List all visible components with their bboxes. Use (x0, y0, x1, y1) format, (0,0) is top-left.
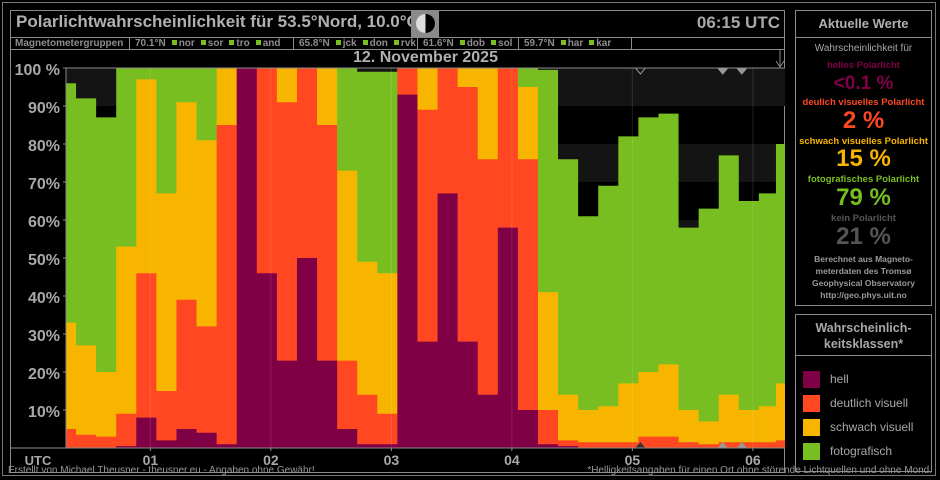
group-latitude: 61.6°N (423, 38, 454, 49)
intro-text: Wahrscheinlichkeit für (814, 43, 913, 54)
y-tick-label: 90% (28, 100, 60, 117)
note-line: meterdaten des Tromsø (815, 266, 912, 276)
legend-heading-line: keitsklassen* (823, 337, 904, 351)
x-tick-label: 04 (504, 452, 520, 468)
station: and (262, 38, 281, 49)
swatch (803, 419, 820, 437)
group-latitude: 65.8°N (299, 38, 330, 49)
hell-label: helles Polarlicht (827, 60, 900, 71)
aurora-probability-chart: 10%20%30%40%50%60%70%80%90%100 % 01 02 03 0… (10, 49, 785, 468)
station: nor (178, 38, 195, 49)
kein-value: 21 % (836, 223, 891, 250)
station: don (369, 38, 388, 49)
source-note: Berechnet aus Magneto- meterdaten des Tr… (795, 253, 932, 301)
swatch (803, 443, 820, 461)
credits-text: Erstellt von Michael Theusner - theusner… (8, 465, 315, 476)
legend-heading-line: Wahrscheinlich- (815, 321, 912, 335)
legend-label: fotografisch (830, 444, 893, 458)
y-tick-label: 80% (28, 138, 60, 155)
legend-label: schwach visuell (830, 420, 914, 434)
station: sol (498, 38, 513, 49)
legend-label: hell (830, 372, 849, 386)
foto-value: 79 % (836, 184, 891, 211)
legend-item-schwach: schwach visuell (803, 417, 913, 437)
schwach-value: 15 % (836, 145, 891, 172)
station: sor (207, 38, 224, 49)
legend-heading: Wahrscheinlich- keitsklassen* (795, 320, 932, 352)
legend-item-deutlich: deutlich visuell (803, 393, 908, 413)
hell-value: <0.1 % (833, 73, 894, 94)
x-tick-label: 03 (384, 452, 400, 468)
swatch (803, 371, 820, 389)
moon-phase-icon (411, 10, 439, 37)
now-marker-arrow-icon (775, 49, 785, 68)
y-tick-label: 30% (28, 328, 60, 345)
y-tick-label: 100 % (15, 62, 60, 79)
note-line: Berechnet aus Magneto- (814, 254, 913, 264)
station: rvk (400, 38, 416, 49)
y-tick-label: 50% (28, 252, 60, 269)
footnote-text: *Helligkeitsangaben für einen Ort ohne s… (587, 465, 932, 476)
group-latitude: 70.1°N (135, 38, 166, 49)
y-tick-label: 10% (28, 404, 60, 421)
station: tro (236, 38, 250, 49)
legend-item-hell: hell (803, 369, 849, 389)
y-tick-label: 60% (28, 214, 60, 231)
note-line: Geophysical Observatory (812, 278, 915, 288)
station: kar (596, 38, 612, 49)
swatch (803, 395, 820, 413)
current-values-heading: Aktuelle Werte (818, 16, 909, 31)
station: har (567, 38, 584, 49)
legend-item-foto: fotografisch (803, 441, 892, 461)
legend-label: deutlich visuell (830, 396, 909, 410)
note-line: http://geo.phys.uit.no (820, 290, 907, 300)
page-title: Polarlichtwahrscheinlichkeit für 53.5°No… (16, 12, 435, 31)
current-time: 06:15 UTC (696, 13, 780, 32)
y-tick-label: 40% (28, 290, 60, 307)
station: dob (466, 38, 486, 49)
group-latitude: 59.7°N (524, 38, 555, 49)
y-tick-label: 70% (28, 176, 60, 193)
deutlich-value: 2 % (842, 107, 885, 134)
station: jck (342, 38, 357, 49)
y-tick-label: 20% (28, 366, 60, 383)
